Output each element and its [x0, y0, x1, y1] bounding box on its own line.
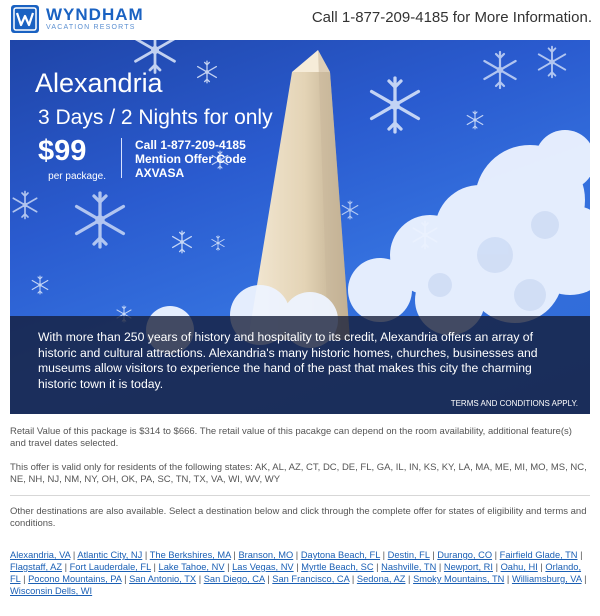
- destination-link[interactable]: San Antonio, TX: [129, 574, 196, 584]
- destination-link[interactable]: Oahu, HI: [501, 562, 538, 572]
- hero-deal-text: 3 Days / 2 Nights for only: [38, 106, 273, 129]
- hero-offer-code: AXVASA: [135, 166, 185, 180]
- residents-text: This offer is valid only for residents o…: [10, 462, 587, 485]
- destination-link[interactable]: San Francisco, CA: [272, 574, 349, 584]
- email-header: WYNDHAM VACATION RESORTS Call 1-877-209-…: [0, 0, 600, 40]
- destination-link[interactable]: Pocono Mountains, PA: [28, 574, 121, 584]
- destination-link[interactable]: Daytona Beach, FL: [301, 550, 380, 560]
- destination-link[interactable]: Fairfield Glade, TN: [500, 550, 578, 560]
- link-separator: |: [121, 574, 130, 584]
- wyndham-logo-icon: [11, 5, 39, 33]
- link-separator: |: [581, 574, 587, 584]
- destination-link[interactable]: Smoky Mountains, TN: [413, 574, 504, 584]
- destination-link[interactable]: Sedona, AZ: [357, 574, 406, 584]
- destination-link[interactable]: Lake Tahoe, NV: [159, 562, 225, 572]
- destination-link[interactable]: Destin, FL: [388, 550, 430, 560]
- hero-price-unit: per package.: [48, 171, 106, 182]
- hero-city-title: Alexandria: [35, 68, 163, 98]
- hero-call-text: Call 1-877-209-4185: [135, 138, 246, 152]
- link-separator: |: [380, 550, 388, 560]
- destination-link[interactable]: Durango, CO: [437, 550, 492, 560]
- destination-link[interactable]: Alexandria, VA: [10, 550, 70, 560]
- brand-name: WYNDHAM: [46, 5, 144, 24]
- link-separator: |: [224, 562, 233, 572]
- link-separator: |: [293, 550, 301, 560]
- section-divider: [10, 495, 590, 496]
- link-separator: |: [492, 562, 501, 572]
- destination-link[interactable]: Myrtle Beach, SC: [301, 562, 373, 572]
- retail-value-text: Retail Value of this package is $314 to …: [10, 426, 572, 449]
- link-separator: |: [436, 562, 444, 572]
- link-separator: |: [492, 550, 500, 560]
- destination-links: Alexandria, VA | Atlantic City, NJ | The…: [10, 549, 590, 597]
- link-separator: |: [405, 574, 414, 584]
- link-separator: |: [62, 562, 70, 572]
- hero-banner[interactable]: Alexandria 3 Days / 2 Nights for only $9…: [10, 40, 590, 414]
- hero-offer-block: Call 1-877-209-4185 Mention Offer Code A…: [135, 138, 246, 180]
- destination-link[interactable]: Las Vegas, NV: [232, 562, 294, 572]
- destination-link[interactable]: Wisconsin Dells, WI: [10, 586, 92, 596]
- header-phone-text: Call 1-877-209-4185 for More Information…: [311, 9, 592, 26]
- link-separator: |: [196, 574, 204, 584]
- destination-link[interactable]: Atlantic City, NJ: [77, 550, 142, 560]
- destination-link[interactable]: San Diego, CA: [204, 574, 265, 584]
- link-separator: |: [150, 562, 159, 572]
- destination-link[interactable]: Fort Lauderdale, FL: [70, 562, 151, 572]
- wyndham-logo[interactable]: WYNDHAM VACATION RESORTS: [10, 4, 144, 34]
- destination-link[interactable]: The Berkshires, MA: [150, 550, 231, 560]
- link-separator: |: [142, 550, 150, 560]
- terms-and-conditions-link[interactable]: TERMS AND CONDITIONS APPLY.: [451, 399, 578, 408]
- destination-link[interactable]: Nashville, TN: [381, 562, 436, 572]
- hero-description: With more than 250 years of history and …: [38, 330, 538, 391]
- destination-link[interactable]: Branson, MO: [238, 550, 293, 560]
- link-separator: |: [504, 574, 512, 584]
- hero-price: $99: [38, 135, 87, 167]
- hero-divider: [121, 138, 122, 178]
- link-separator: |: [349, 574, 357, 584]
- brand-subtitle: VACATION RESORTS: [46, 24, 136, 31]
- destination-link[interactable]: Flagstaff, AZ: [10, 562, 62, 572]
- destination-link[interactable]: Newport, RI: [444, 562, 493, 572]
- offer-details: Retail Value of this package is $314 to …: [10, 426, 590, 530]
- link-separator: |: [577, 550, 583, 560]
- link-separator: |: [20, 574, 29, 584]
- hero-mention-text: Mention Offer Code: [135, 152, 247, 166]
- destination-link[interactable]: Williamsburg, VA: [512, 574, 582, 584]
- other-destinations-text: Other destinations are also available. S…: [10, 506, 587, 529]
